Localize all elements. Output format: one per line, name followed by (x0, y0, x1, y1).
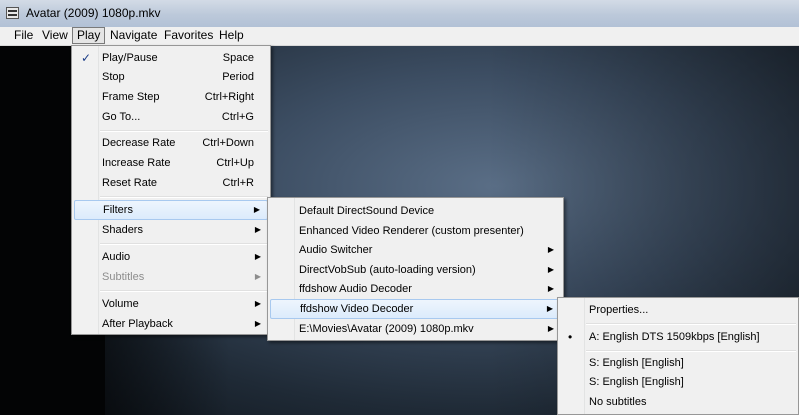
shortcut-label: Ctrl+G (221, 111, 254, 123)
menu-item-reset-rate[interactable]: Reset Rate Ctrl+R (74, 173, 268, 193)
filters-submenu: Default DirectSound Device Enhanced Vide… (267, 197, 564, 341)
menu-item-volume[interactable]: Volume ▶ (74, 294, 268, 314)
submenu-arrow-icon: ▶ (546, 304, 553, 313)
menu-item-decrease-rate[interactable]: Decrease Rate Ctrl+Down (74, 133, 268, 153)
filter-item-default-directsound[interactable]: Default DirectSound Device (270, 201, 561, 221)
submenu-arrow-icon: ▶ (547, 245, 554, 254)
menu-play[interactable]: Play (72, 27, 106, 44)
menu-item-stop[interactable]: Stop Period (74, 67, 268, 87)
checkmark-icon: ✓ (81, 51, 92, 65)
radio-bullet-icon: • (568, 330, 573, 344)
filter-item-source-file[interactable]: E:\Movies\Avatar (2009) 1080p.mkv ▶ (270, 319, 561, 339)
submenu-arrow-icon: ▶ (254, 225, 261, 234)
submenu-arrow-icon: ▶ (254, 299, 261, 308)
decoder-item-subtitle-1[interactable]: S: English [English] (560, 353, 796, 373)
menu-view[interactable]: View (38, 28, 72, 43)
menu-file[interactable]: File (10, 28, 37, 43)
menu-favorites[interactable]: Favorites (160, 28, 217, 43)
submenu-arrow-icon: ▶ (253, 205, 260, 214)
decoder-item-audio-track[interactable]: • A: English DTS 1509kbps [English] (560, 327, 796, 347)
submenu-arrow-icon: ▶ (547, 265, 554, 274)
menu-item-shaders[interactable]: Shaders ▶ (74, 220, 268, 240)
submenu-arrow-icon: ▶ (547, 284, 554, 293)
menu-item-after-playback[interactable]: After Playback ▶ (74, 314, 268, 334)
filter-item-audio-switcher[interactable]: Audio Switcher ▶ (270, 240, 561, 260)
shortcut-label: Ctrl+R (222, 177, 254, 189)
menu-separator (100, 130, 268, 132)
filter-item-directvobsub[interactable]: DirectVobSub (auto-loading version) ▶ (270, 260, 561, 280)
menu-separator (100, 243, 268, 245)
shortcut-label: Space (222, 52, 254, 64)
menu-help[interactable]: Help (215, 28, 248, 43)
shortcut-label: Period (222, 71, 254, 83)
submenu-arrow-icon: ▶ (254, 319, 261, 328)
play-menu: ✓ Play/Pause Space Stop Period Frame Ste… (71, 45, 271, 335)
menu-item-audio[interactable]: Audio ▶ (74, 247, 268, 267)
title-bar: Avatar (2009) 1080p.mkv (0, 0, 799, 28)
submenu-arrow-icon: ▶ (547, 324, 554, 333)
submenu-arrow-icon: ▶ (254, 272, 261, 281)
menu-bar: File View Play Navigate Favorites Help (0, 27, 799, 46)
menu-separator (586, 323, 796, 325)
menu-item-frame-step[interactable]: Frame Step Ctrl+Right (74, 87, 268, 107)
shortcut-label: Ctrl+Right (204, 91, 254, 103)
decoder-item-no-subtitles[interactable]: No subtitles (560, 392, 796, 412)
app-icon (6, 7, 19, 19)
menu-navigate[interactable]: Navigate (106, 28, 161, 43)
menu-separator (100, 290, 268, 292)
decoder-item-properties[interactable]: Properties... (560, 300, 796, 320)
menu-item-filters[interactable]: Filters ▶ (74, 200, 268, 220)
menu-item-play-pause[interactable]: ✓ Play/Pause Space (74, 48, 268, 68)
filter-item-ffdshow-video[interactable]: ffdshow Video Decoder ▶ (270, 299, 561, 319)
submenu-arrow-icon: ▶ (254, 252, 261, 261)
menu-separator (586, 350, 796, 352)
menu-item-subtitles: Subtitles ▶ (74, 267, 268, 287)
window-title: Avatar (2009) 1080p.mkv (26, 6, 161, 20)
menu-item-increase-rate[interactable]: Increase Rate Ctrl+Up (74, 153, 268, 173)
filter-item-ffdshow-audio[interactable]: ffdshow Audio Decoder ▶ (270, 279, 561, 299)
menu-item-go-to[interactable]: Go To... Ctrl+G (74, 107, 268, 127)
decoder-submenu: Properties... • A: English DTS 1509kbps … (557, 297, 799, 415)
filter-item-evr[interactable]: Enhanced Video Renderer (custom presente… (270, 221, 561, 241)
shortcut-label: Ctrl+Down (202, 137, 254, 149)
decoder-item-subtitle-2[interactable]: S: English [English] (560, 372, 796, 392)
shortcut-label: Ctrl+Up (216, 157, 254, 169)
menu-separator (100, 196, 268, 198)
